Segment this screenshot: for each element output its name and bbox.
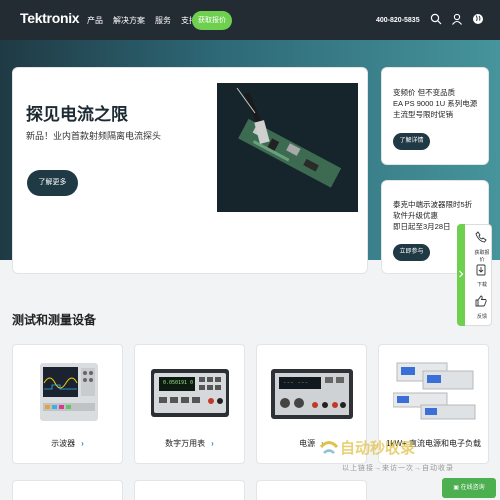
get-quote-button[interactable]: 获取报价 bbox=[192, 11, 232, 30]
product-card-oscilloscope[interactable]: 示波器 › bbox=[12, 344, 123, 464]
user-icon[interactable] bbox=[451, 13, 463, 25]
dc-power-image bbox=[393, 362, 476, 420]
product-label: 电源 bbox=[299, 439, 316, 448]
chevron-right-icon: › bbox=[211, 439, 214, 448]
nav-item-solutions[interactable]: 解决方案 bbox=[113, 15, 145, 26]
learn-more-button[interactable]: 了解更多 bbox=[27, 170, 78, 196]
float-item-feedback[interactable]: 反馈 bbox=[474, 313, 490, 320]
online-consult-button[interactable]: ▣ 在线咨询 bbox=[442, 478, 496, 498]
product-card-row2[interactable] bbox=[134, 480, 245, 500]
floating-panel-toggle[interactable] bbox=[457, 224, 465, 326]
hero-title: 探见电流之限 bbox=[26, 105, 128, 124]
multimeter-image bbox=[151, 369, 229, 417]
watermark-logo-icon bbox=[319, 441, 339, 454]
hero-subtitle: 新品！业内首款射频隔离电流探头 bbox=[26, 131, 162, 141]
float-item-quote[interactable]: 获取报价 bbox=[474, 249, 490, 263]
phone-number: 400-820-5835 bbox=[376, 17, 420, 24]
learn-details-button[interactable]: 了解详情 bbox=[393, 133, 430, 150]
float-item-download[interactable]: 下载 bbox=[474, 281, 490, 288]
globe-icon[interactable] bbox=[472, 13, 484, 25]
top-navigation-bar: Tektronix 产品 解决方案 服务 支持 获取报价 400-820-583… bbox=[0, 0, 500, 40]
thumbs-up-icon[interactable] bbox=[475, 295, 487, 307]
chat-icon: ▣ bbox=[453, 485, 461, 491]
product-label: 数字万用表 bbox=[165, 439, 206, 448]
watermark-subtext: 以上链接→来访一次→自动收录 bbox=[342, 465, 454, 472]
svg-text:⁻⁻⁻ ⁻⁻⁻: ⁻⁻⁻ ⁻⁻⁻ bbox=[283, 381, 308, 388]
nav-item-products[interactable]: 产品 bbox=[87, 15, 103, 26]
section-title: 测试和测量设备 bbox=[12, 313, 97, 327]
phone-icon[interactable] bbox=[475, 231, 487, 243]
join-now-button[interactable]: 立即参与 bbox=[393, 244, 430, 261]
nav-item-services[interactable]: 服务 bbox=[155, 15, 171, 26]
product-card-multimeter[interactable]: 0.050191 0 数字万用表 › bbox=[134, 344, 245, 464]
search-icon[interactable] bbox=[430, 13, 442, 25]
oscilloscope-image bbox=[40, 363, 98, 421]
main-nav: 产品 解决方案 服务 支持 bbox=[87, 15, 197, 26]
chevron-right-icon: › bbox=[81, 439, 84, 448]
current-probe-image bbox=[217, 83, 358, 212]
product-label: 示波器 bbox=[51, 439, 76, 448]
power-supply-image: ⁻⁻⁻ ⁻⁻⁻ bbox=[271, 369, 353, 419]
product-card-row2[interactable] bbox=[256, 480, 367, 500]
promo-text: 变频价 但不变品质 EA PS 9000 1U 系列电源 主流型号限时促销 bbox=[393, 88, 478, 119]
promo-card-power-supply[interactable]: 变频价 但不变品质 EA PS 9000 1U 系列电源 主流型号限时促销 了解… bbox=[381, 67, 489, 165]
tektronix-logo[interactable]: Tektronix bbox=[20, 10, 80, 26]
hero-banner: 探见电流之限 新品！业内首款射频隔离电流探头 了解更多 bbox=[12, 67, 368, 274]
download-icon[interactable] bbox=[476, 264, 486, 276]
product-card-row2[interactable] bbox=[12, 480, 123, 500]
multimeter-display: 0.050191 0 bbox=[162, 380, 194, 386]
chevron-right-icon bbox=[459, 270, 464, 278]
watermark-brand: 自动秒收录 bbox=[340, 440, 416, 457]
